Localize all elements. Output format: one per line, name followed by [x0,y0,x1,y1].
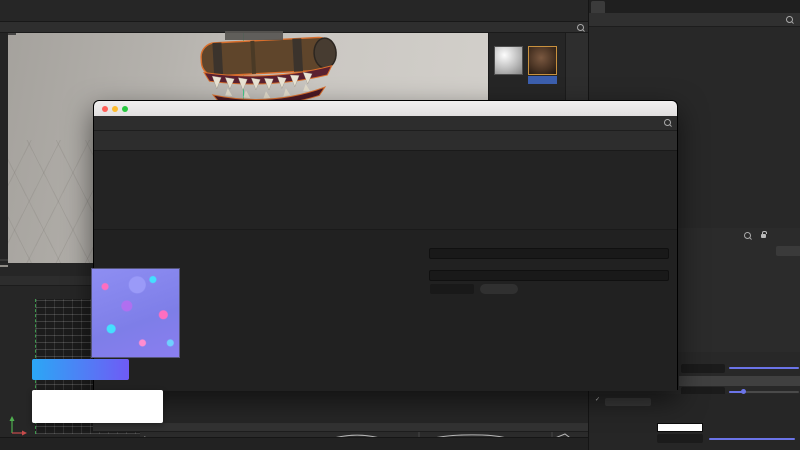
reflection-section: ✓ [589,394,800,450]
replace-input[interactable] [429,270,669,281]
material-thumb-mat[interactable] [494,46,523,75]
attribute-nav [729,232,766,239]
search-icon[interactable] [664,119,671,126]
disabled-select[interactable] [605,398,651,406]
minimize-icon[interactable] [112,106,118,112]
app-window: ✓ [0,0,800,450]
maximize-icon[interactable] [122,106,128,112]
find-input[interactable] [429,248,669,259]
object-manager-tabs [589,0,800,13]
project-asset-inspector-dialog [93,100,678,390]
color-layer-slider[interactable] [729,367,799,369]
dialog-toolbar [94,131,677,151]
replace-button[interactable] [480,284,518,294]
material-name-mimic[interactable] [528,76,557,84]
search-icon[interactable] [786,16,793,23]
dialog-titlebar[interactable] [94,101,677,116]
brdf-select[interactable] [679,376,800,386]
custom-mode-button[interactable] [776,246,800,256]
window-controls [102,106,128,112]
object-tree [589,27,800,111]
mimic-model[interactable] [190,36,350,110]
main-toolbar [0,0,588,22]
tab-takes[interactable] [607,1,621,13]
dialog-menubar [94,116,677,131]
material-name-mat[interactable] [494,76,523,84]
move-tool-label [0,259,8,261]
asset-table-header[interactable] [94,151,677,161]
enable-check[interactable]: ✓ [595,396,600,403]
search-icon[interactable] [744,232,751,239]
material-manager-menubar [562,24,584,31]
udim-support-badge [32,390,163,423]
uv-selection-status [93,423,588,432]
color-layer-value[interactable] [681,364,725,373]
close-icon[interactable] [102,106,108,112]
camera-label-pill[interactable] [225,31,283,40]
weight-value[interactable] [657,434,703,443]
object-manager-menubar [589,13,800,27]
material-thumb-mimic[interactable] [528,46,557,75]
view-transform-label [0,265,8,267]
material-tools [489,33,565,37]
viewport-view-label[interactable] [8,33,16,35]
uv-axis-gizmo [8,413,30,437]
cinema4d-badge [32,359,129,380]
normal-map-preview [91,268,180,358]
full-path-select[interactable] [430,284,474,294]
uv-zoom-status [0,437,588,450]
viewport-menubar [0,22,588,33]
lock-icon[interactable] [761,234,766,238]
search-icon[interactable] [577,24,584,31]
tab-objects[interactable] [591,1,605,13]
reflection-color-swatch[interactable] [657,423,703,432]
weight-slider[interactable] [709,438,795,440]
